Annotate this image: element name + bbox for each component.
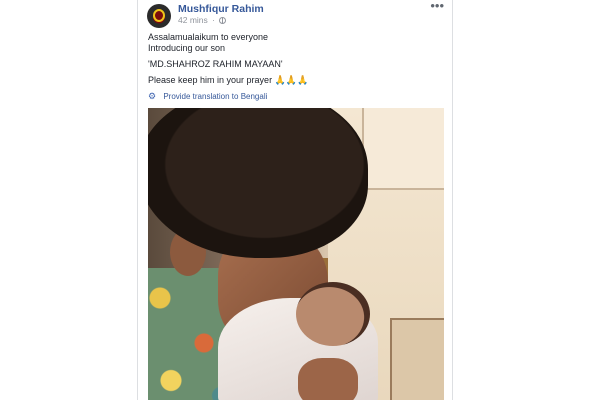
photo-man-hair (148, 108, 368, 258)
post-text-line-1: Assalamualaikum to everyone (148, 32, 269, 42)
prayer-emoji-icon: 🙏🙏🙏 (274, 75, 309, 85)
post-meta: 42 mins · (178, 15, 227, 25)
post-card: Mushfiqur Rahim 42 mins · ••• Assalamual… (137, 0, 453, 400)
post-text-line-2: Introducing our son (148, 43, 226, 53)
globe-icon[interactable] (219, 17, 227, 24)
author-name[interactable]: Mushfiqur Rahim (178, 3, 264, 15)
translate-link[interactable]: ⚙ Provide translation to Bengali (148, 91, 267, 102)
post-timestamp[interactable]: 42 mins (178, 15, 208, 25)
post-text-line-4: Please keep him in your prayer 🙏🙏🙏 (148, 75, 308, 86)
photo-hand (298, 358, 358, 400)
meta-separator: · (212, 15, 215, 25)
post-text-line-4-text: Please keep him in your prayer (148, 75, 273, 85)
photo-cabinet (362, 108, 444, 190)
photo-door-frame (390, 318, 444, 400)
avatar-emblem (153, 9, 165, 22)
more-icon[interactable]: ••• (430, 0, 444, 12)
author-avatar[interactable] (147, 4, 171, 28)
translate-label: Provide translation to Bengali (163, 92, 268, 101)
gear-icon: ⚙ (148, 91, 157, 101)
post-text-line-3: 'MD.SHAHROZ RAHIM MAYAAN' (148, 59, 283, 69)
post-photo[interactable] (148, 108, 444, 400)
photo-baby-face (296, 282, 370, 346)
